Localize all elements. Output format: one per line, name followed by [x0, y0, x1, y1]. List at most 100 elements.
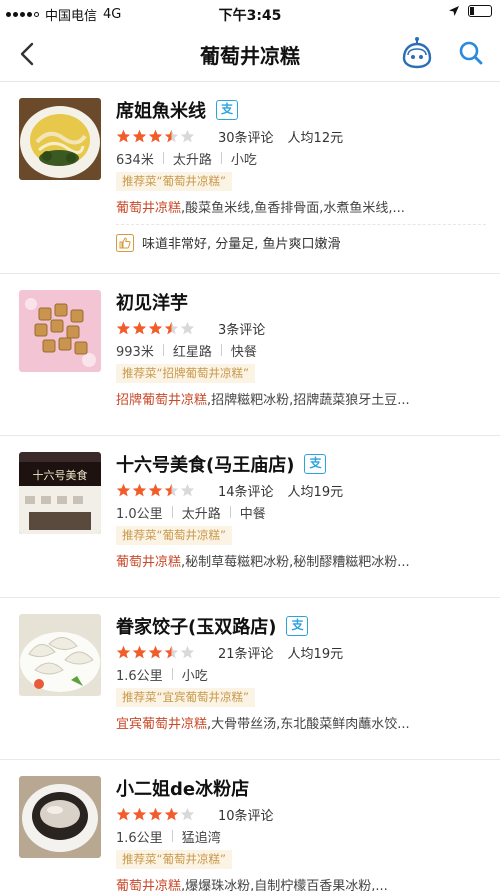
- dish-highlight: 葡萄井凉糕: [116, 555, 182, 570]
- star-icon: [116, 807, 131, 820]
- dish-rest: ,秘制草莓糍粑冰粉,秘制醪糟糍粑冰粉...: [181, 555, 410, 570]
- dish-rest: ,大骨带丝汤,东北酸菜鲜肉蘸水饺...: [207, 717, 410, 732]
- battery-icon: [468, 5, 492, 17]
- category: 快餐: [230, 344, 257, 360]
- star-icon: [180, 321, 195, 334]
- rating-stars: [116, 321, 208, 336]
- star-icon: [116, 321, 131, 334]
- review-count: 30条评论: [218, 130, 274, 146]
- thumbs-up-icon: [116, 233, 134, 252]
- distance: 1.6公里: [116, 668, 163, 684]
- star-icon: [180, 483, 195, 496]
- star-icon: [164, 807, 179, 820]
- restaurant-photo: 十六号美食: [19, 452, 101, 534]
- area: 红星路: [172, 344, 212, 360]
- restaurant-item[interactable]: 十六号美食 十六号美食(马王庙店) 支 14条评论 人均19元 1.0公里 太升…: [0, 436, 500, 598]
- restaurant-photo: [19, 290, 101, 372]
- star-icon: [116, 645, 131, 658]
- status-time: 下午3:45: [218, 8, 282, 24]
- category: 中餐: [239, 506, 266, 522]
- restaurant-name: 初见洋芋: [116, 293, 188, 314]
- robot-assistant-icon[interactable]: [400, 36, 434, 70]
- star-icon: [180, 129, 195, 142]
- location-arrow-icon: [449, 6, 459, 16]
- comment-text: 味道非常好, 分量足, 鱼片爽口嫩滑: [142, 237, 341, 252]
- dish-rest: ,爆爆珠冰粉,自制柠檬百香果冰粉,...: [181, 879, 388, 891]
- star-icon: [116, 483, 131, 496]
- dish-highlight: 葡萄井凉糕: [116, 879, 182, 891]
- star-icon: [164, 645, 179, 658]
- dish-highlight: 宜宾葡萄井凉糕: [116, 717, 208, 732]
- alipay-badge-icon: 支: [304, 454, 327, 474]
- area: 猛追湾: [181, 830, 221, 846]
- alipay-badge-icon: 支: [216, 100, 238, 120]
- recommend-tag: 推荐菜“葡萄井凉糕”: [116, 850, 232, 869]
- star-icon: [180, 807, 195, 820]
- restaurant-name: 席姐魚米线: [116, 101, 206, 122]
- dish-list: 葡萄井凉糕,酸菜鱼米线,鱼香排骨面,水煮鱼米线,...: [116, 197, 486, 216]
- restaurant-list: 席姐魚米线 支 30条评论 人均12元 634米 太升路 小吃 推荐菜“葡萄井凉…: [0, 82, 500, 891]
- search-icon[interactable]: [458, 40, 484, 66]
- distance: 634米: [116, 152, 154, 168]
- star-icon: [116, 129, 131, 142]
- star-icon: [148, 321, 163, 334]
- avg-price: 人均19元: [287, 484, 344, 500]
- star-icon: [164, 321, 179, 334]
- recommend-tag: 推荐菜“招牌葡萄井凉糕”: [116, 364, 255, 383]
- status-bar: 中国电信 4G 下午3:45: [0, 0, 500, 26]
- recommend-tag: 推荐菜“葡萄井凉糕”: [116, 526, 232, 545]
- star-icon: [132, 807, 147, 820]
- restaurant-photo: [19, 776, 101, 858]
- star-icon: [132, 483, 147, 496]
- category: 小吃: [230, 152, 257, 168]
- dish-list: 葡萄井凉糕,爆爆珠冰粉,自制柠檬百香果冰粉,...: [116, 875, 486, 891]
- rating-stars: [116, 129, 208, 144]
- star-icon: [164, 483, 179, 496]
- rating-stars: [116, 645, 208, 660]
- restaurant-item[interactable]: 初见洋芋 3条评论 993米 红星路 快餐 推荐菜“招牌葡萄井凉糕” 招牌葡萄井…: [0, 274, 500, 436]
- star-icon: [148, 807, 163, 820]
- recommend-tag: 推荐菜“宜宾葡萄井凉糕”: [116, 688, 255, 707]
- dish-list: 宜宾葡萄井凉糕,大骨带丝汤,东北酸菜鲜肉蘸水饺...: [116, 713, 486, 732]
- star-icon: [148, 645, 163, 658]
- star-icon: [132, 321, 147, 334]
- distance: 1.6公里: [116, 830, 163, 846]
- distance: 1.0公里: [116, 506, 163, 522]
- user-comment: 味道非常好, 分量足, 鱼片爽口嫩滑: [116, 224, 486, 252]
- nav-bar: 葡萄井凉糕: [0, 26, 500, 82]
- star-icon: [148, 483, 163, 496]
- recommend-tag: 推荐菜“葡萄井凉糕”: [116, 172, 232, 191]
- restaurant-name: 十六号美食(马王庙店): [116, 455, 295, 476]
- restaurant-item[interactable]: 眷家饺子(玉双路店) 支 21条评论 人均19元 1.6公里 小吃 推荐菜“宜宾…: [0, 598, 500, 760]
- avg-price: 人均12元: [287, 130, 344, 146]
- star-icon: [148, 129, 163, 142]
- svg-text:十六号美食: 十六号美食: [33, 468, 88, 482]
- review-count: 10条评论: [218, 808, 274, 824]
- dish-rest: ,招牌糍粑冰粉,招牌蔬菜狼牙土豆...: [207, 393, 410, 408]
- review-count: 3条评论: [218, 322, 266, 338]
- restaurant-photo: [19, 98, 101, 180]
- review-count: 21条评论: [218, 646, 274, 662]
- area: 太升路: [172, 152, 212, 168]
- area: 太升路: [181, 506, 221, 522]
- review-count: 14条评论: [218, 484, 274, 500]
- star-icon: [180, 645, 195, 658]
- alipay-badge-icon: 支: [286, 616, 309, 636]
- restaurant-item[interactable]: 小二姐de冰粉店 10条评论 1.6公里 猛追湾 推荐菜“葡萄井凉糕” 葡萄井凉…: [0, 760, 500, 891]
- dish-rest: ,酸菜鱼米线,鱼香排骨面,水煮鱼米线,...: [181, 201, 405, 216]
- restaurant-item[interactable]: 席姐魚米线 支 30条评论 人均12元 634米 太升路 小吃 推荐菜“葡萄井凉…: [0, 82, 500, 274]
- dish-list: 招牌葡萄井凉糕,招牌糍粑冰粉,招牌蔬菜狼牙土豆...: [116, 389, 486, 408]
- star-icon: [164, 129, 179, 142]
- rating-stars: [116, 483, 208, 498]
- star-icon: [132, 129, 147, 142]
- rating-stars: [116, 807, 208, 822]
- category: 小吃: [181, 668, 208, 684]
- restaurant-photo: [19, 614, 101, 696]
- restaurant-name: 小二姐de冰粉店: [116, 779, 250, 800]
- star-icon: [132, 645, 147, 658]
- avg-price: 人均19元: [287, 646, 344, 662]
- restaurant-name: 眷家饺子(玉双路店): [116, 617, 277, 638]
- dish-list: 葡萄井凉糕,秘制草莓糍粑冰粉,秘制醪糟糍粑冰粉...: [116, 551, 486, 570]
- distance: 993米: [116, 344, 154, 360]
- dish-highlight: 招牌葡萄井凉糕: [116, 393, 208, 408]
